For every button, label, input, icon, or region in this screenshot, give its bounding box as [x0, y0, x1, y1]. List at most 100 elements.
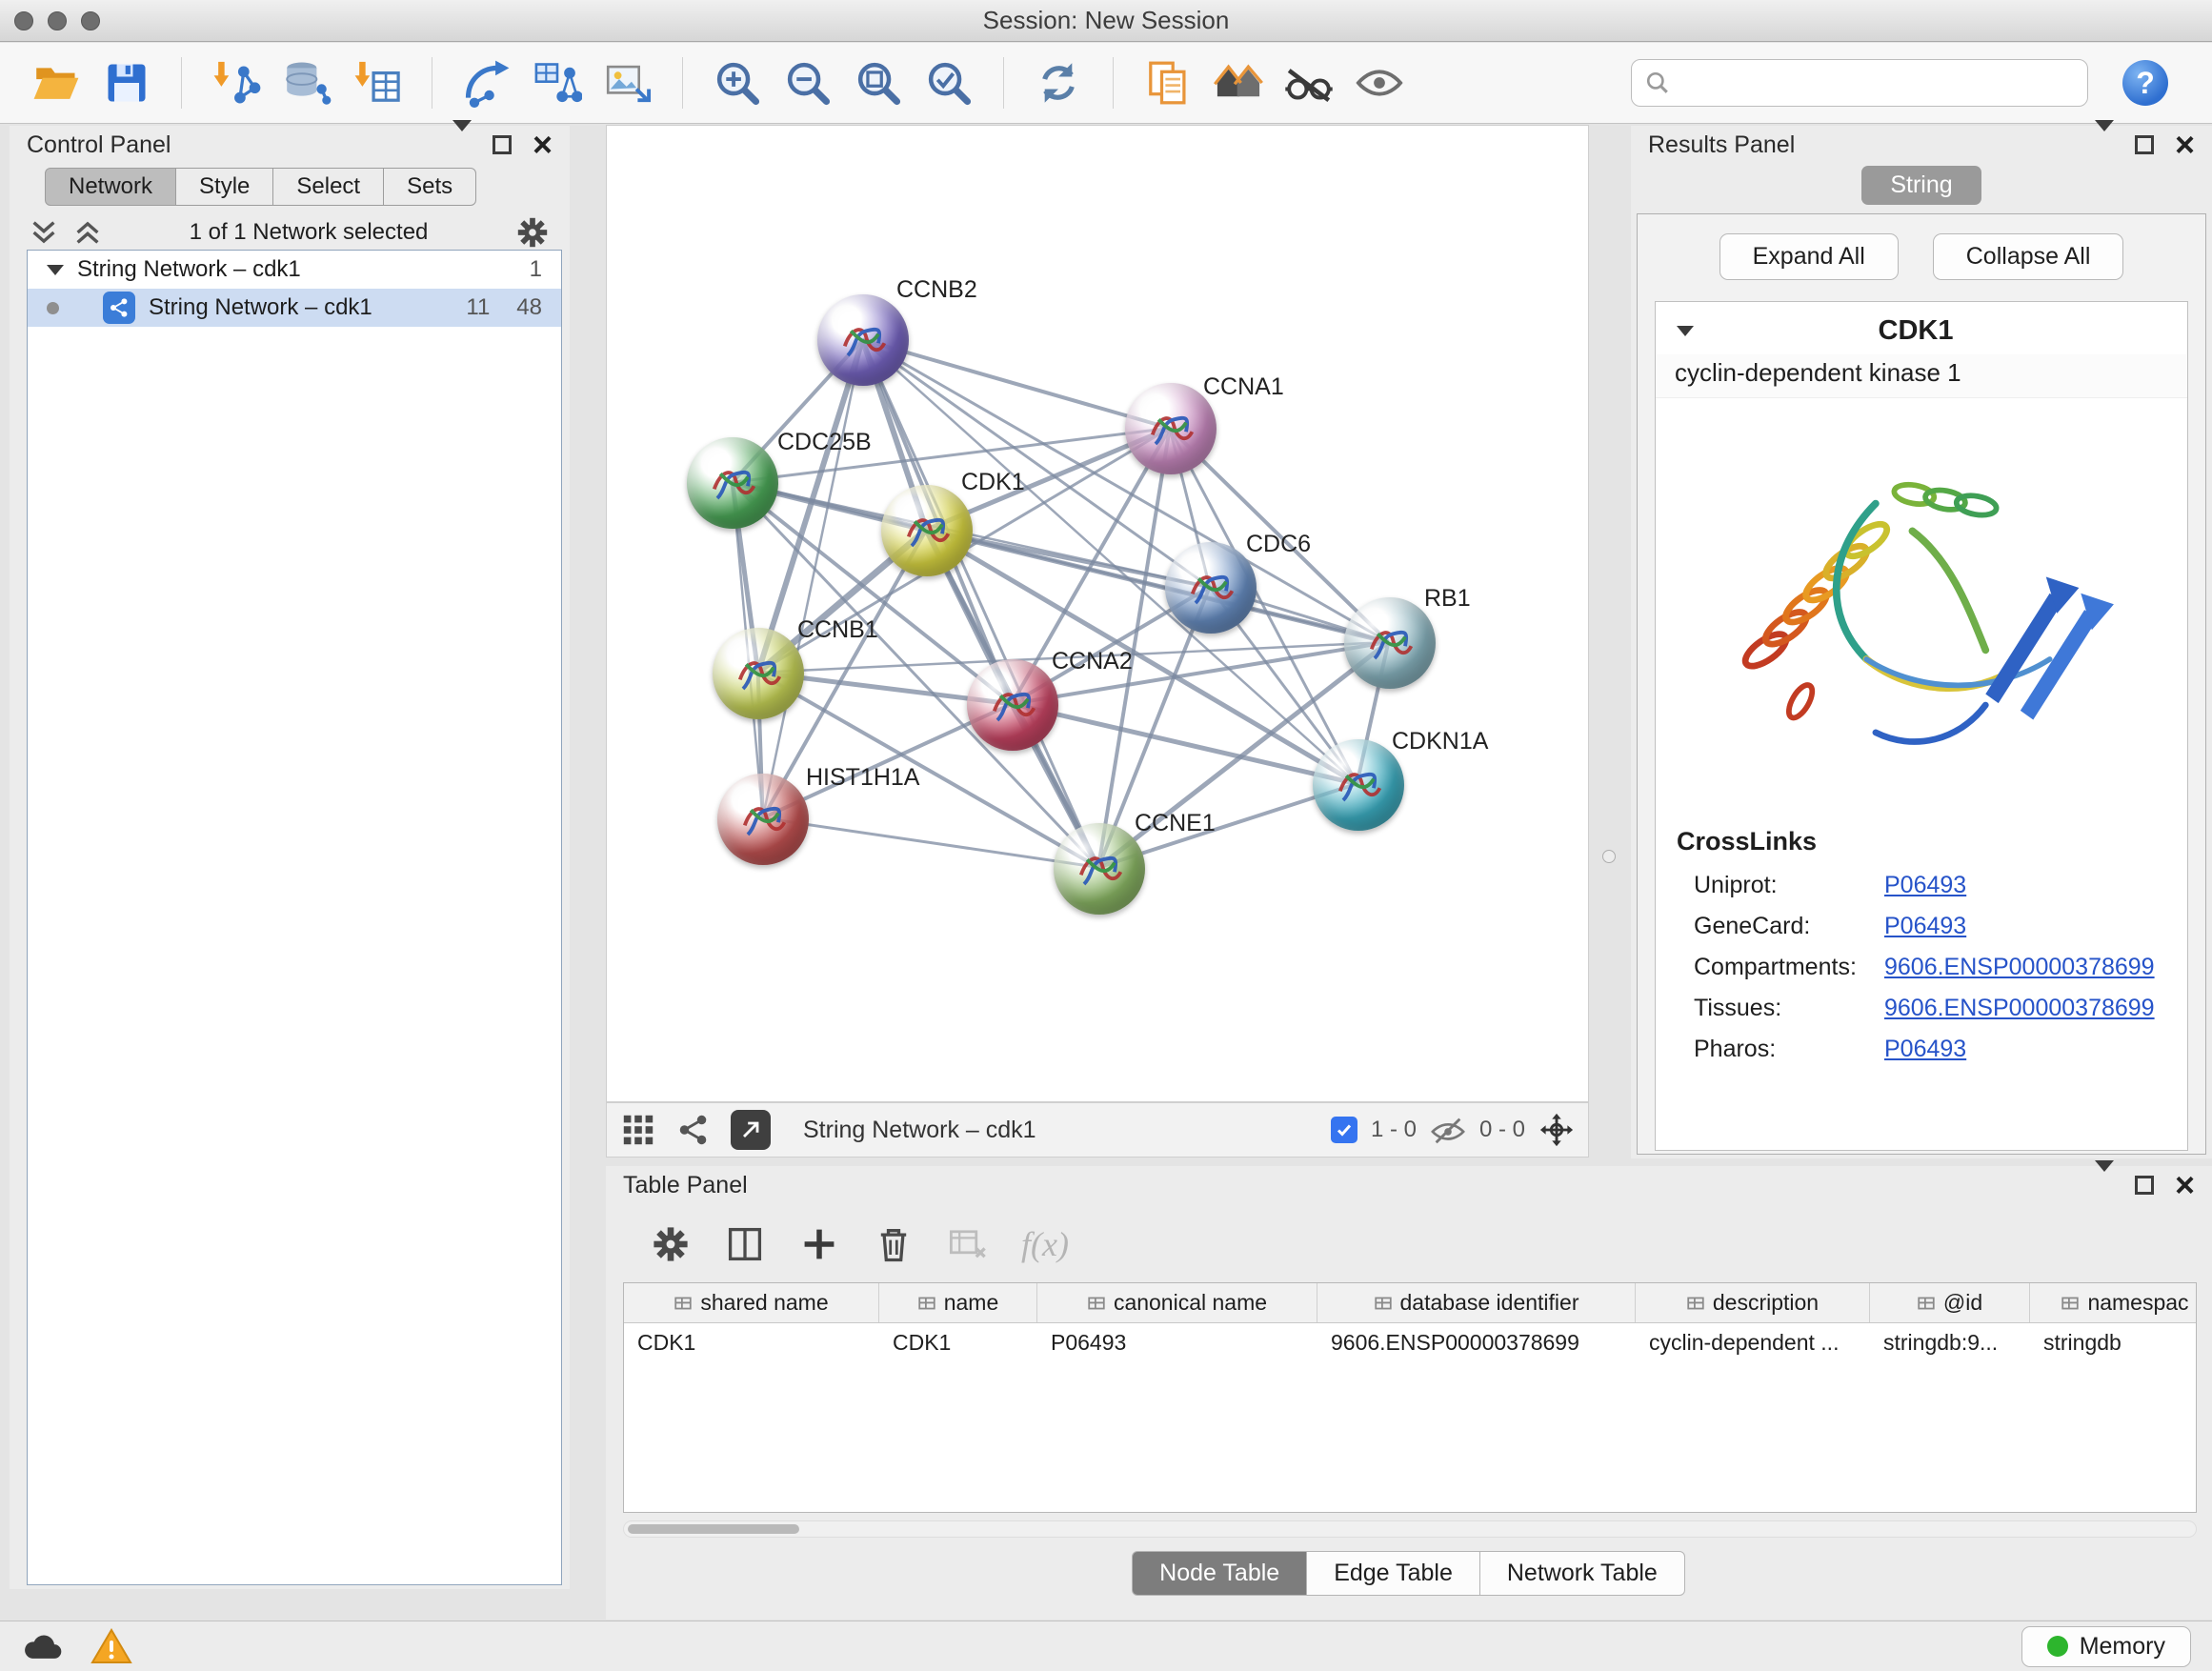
crosslink-value-link[interactable]: 9606.ENSP00000378699	[1884, 995, 2155, 1022]
crosslink-value-link[interactable]: P06493	[1884, 1036, 1966, 1063]
warning-icon[interactable]	[90, 1627, 133, 1665]
network-collection-row[interactable]: String Network – cdk1 1	[28, 251, 561, 289]
network-node-ccne1[interactable]	[1054, 823, 1145, 915]
delete-column-button[interactable]	[873, 1223, 915, 1265]
control-tab-network[interactable]: Network	[45, 168, 176, 206]
selected-checkbox[interactable]	[1331, 1117, 1357, 1143]
table-tab-network-table[interactable]: Network Table	[1479, 1551, 1685, 1596]
panel-splitter-grip[interactable]	[1602, 850, 1616, 863]
import-table-from-file-button[interactable]	[346, 51, 409, 114]
help-button[interactable]: ?	[2122, 60, 2168, 106]
tab-string[interactable]: String	[1861, 166, 1981, 205]
crosslink-value-link[interactable]: 9606.ENSP00000378699	[1884, 954, 2155, 981]
new-network-from-selection-button[interactable]	[526, 51, 589, 114]
network-from-selection-icon	[533, 58, 582, 108]
table-cell[interactable]: cyclin-dependent ...	[1636, 1330, 1870, 1356]
panel-float-button[interactable]	[2135, 135, 2154, 154]
table-cell[interactable]: stringdb	[2030, 1330, 2197, 1356]
open-session-button[interactable]	[25, 51, 88, 114]
panel-float-button[interactable]	[493, 135, 512, 154]
crosslink-row: Pharos:P06493	[1677, 1036, 2166, 1063]
panel-close-button[interactable]: ×	[2175, 133, 2195, 156]
network-node-hist1h1a[interactable]	[717, 774, 809, 865]
cloud-icon[interactable]	[21, 1627, 65, 1665]
table-settings-button[interactable]	[650, 1223, 692, 1265]
zoom-in-button[interactable]	[706, 51, 769, 114]
search-input[interactable]	[1679, 70, 2074, 96]
scrollbar-thumb[interactable]	[628, 1524, 799, 1534]
panel-float-button[interactable]	[2135, 1176, 2154, 1195]
chevrons-down-icon[interactable]	[29, 220, 59, 245]
share-network-icon[interactable]	[675, 1112, 712, 1148]
table-cell[interactable]: CDK1	[624, 1330, 879, 1356]
panel-close-button[interactable]: ×	[2175, 1174, 2195, 1197]
hide-selected-button[interactable]	[1277, 51, 1340, 114]
panel-menu-button[interactable]	[2095, 1172, 2114, 1199]
network-node-ccnb2[interactable]	[817, 294, 909, 386]
chevrons-up-icon[interactable]	[72, 220, 103, 245]
eye-slash-icon[interactable]	[1430, 1112, 1466, 1148]
table-row[interactable]: CDK1CDK1P064939606.ENSP00000378699cyclin…	[624, 1323, 2196, 1361]
crosshair-icon[interactable]	[1538, 1112, 1575, 1148]
column-type-icon	[2061, 1294, 2080, 1313]
table-tab-node-table[interactable]: Node Table	[1132, 1551, 1307, 1596]
zoom-fit-button[interactable]	[847, 51, 910, 114]
zoom-selected-button[interactable]	[917, 51, 980, 114]
network-node-cdkn1a[interactable]	[1313, 739, 1404, 831]
collapse-all-button[interactable]: Collapse All	[1933, 233, 2124, 280]
network-row-selected[interactable]: String Network – cdk1 11 48	[28, 289, 561, 327]
crosslink-value-link[interactable]: P06493	[1884, 913, 1966, 940]
node-label-ccna2: CCNA2	[1052, 648, 1133, 675]
network-node-ccnb1[interactable]	[713, 628, 804, 719]
table-cell[interactable]: 9606.ENSP00000378699	[1317, 1330, 1636, 1356]
network-node-ccna2[interactable]	[967, 659, 1058, 751]
new-network-button[interactable]	[455, 51, 518, 114]
birdseye-view-button[interactable]	[1207, 51, 1270, 114]
network-node-cdc6[interactable]	[1165, 542, 1257, 634]
expand-all-button[interactable]: Expand All	[1719, 233, 1899, 280]
network-canvas[interactable]: CCNB2CCNA1CDC25BCDK1CDC6RB1CCNB1CCNA2CDK…	[606, 125, 1589, 1102]
export-network-image-button[interactable]	[596, 51, 659, 114]
search-box[interactable]	[1631, 59, 2088, 107]
create-column-button[interactable]	[798, 1223, 840, 1265]
control-tab-sets[interactable]: Sets	[383, 168, 476, 206]
houses-icon	[1214, 58, 1263, 108]
apply-layout-button[interactable]	[1027, 51, 1090, 114]
column-header--id[interactable]: @id	[1870, 1283, 2030, 1322]
panel-menu-button[interactable]	[2095, 131, 2114, 159]
import-network-from-database-button[interactable]	[275, 51, 338, 114]
network-node-rb1[interactable]	[1344, 597, 1436, 689]
network-node-cdk1[interactable]	[881, 485, 973, 576]
network-options-button[interactable]	[514, 214, 551, 251]
table-cell[interactable]: stringdb:9...	[1870, 1330, 2030, 1356]
column-header-database-identifier[interactable]: database identifier	[1317, 1283, 1636, 1322]
control-tab-style[interactable]: Style	[175, 168, 273, 206]
table-cell[interactable]: P06493	[1037, 1330, 1317, 1356]
control-tab-select[interactable]: Select	[272, 168, 384, 206]
table-tab-edge-table[interactable]: Edge Table	[1306, 1551, 1480, 1596]
column-header-description[interactable]: description	[1636, 1283, 1870, 1322]
network-node-cdc25b[interactable]	[687, 437, 778, 529]
grid-icon[interactable]	[620, 1112, 656, 1148]
crosslink-value-link[interactable]: P06493	[1884, 872, 1966, 899]
column-header-canonical-name[interactable]: canonical name	[1037, 1283, 1317, 1322]
import-network-from-file-button[interactable]	[205, 51, 268, 114]
horizontal-scrollbar[interactable]	[623, 1520, 2197, 1538]
column-header-namespac[interactable]: namespac	[2030, 1283, 2197, 1322]
disclosure-triangle-icon[interactable]	[47, 265, 64, 275]
zoom-out-button[interactable]	[776, 51, 839, 114]
disclosure-triangle-icon[interactable]	[1677, 326, 1694, 336]
copy-document-button[interactable]	[1136, 51, 1199, 114]
column-header-shared-name[interactable]: shared name	[624, 1283, 879, 1322]
column-header-name[interactable]: name	[879, 1283, 1037, 1322]
gear-icon	[650, 1223, 692, 1265]
table-cell[interactable]: CDK1	[879, 1330, 1037, 1356]
birdseye-toggle-button[interactable]	[731, 1110, 771, 1150]
panel-close-button[interactable]: ×	[533, 133, 553, 156]
show-columns-button[interactable]	[724, 1223, 766, 1265]
save-session-button[interactable]	[95, 51, 158, 114]
panel-menu-button[interactable]	[452, 131, 472, 159]
show-all-button[interactable]	[1348, 51, 1411, 114]
network-selection-status: 1 of 1 Network selected	[116, 219, 501, 246]
memory-button[interactable]: Memory	[2021, 1626, 2191, 1667]
